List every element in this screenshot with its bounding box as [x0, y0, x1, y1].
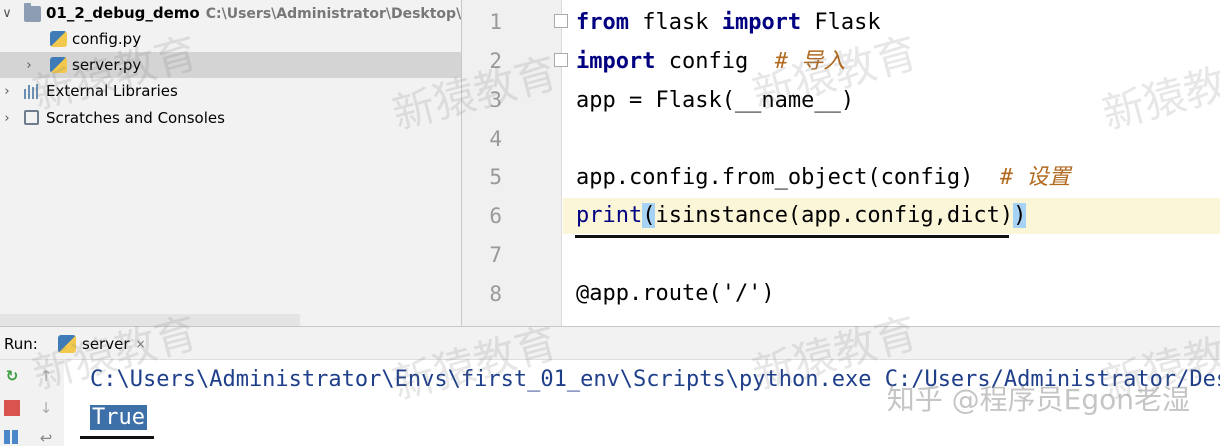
stop-icon[interactable]	[4, 400, 20, 416]
run-tool-window-header: Run: server ×	[0, 326, 1220, 360]
tree-item-server[interactable]: › server.py	[0, 52, 461, 78]
line-number: 3	[489, 88, 502, 112]
run-tab-label: server	[82, 335, 130, 353]
line-number: 1	[489, 10, 502, 34]
line-number: 2	[489, 49, 502, 73]
arrow-down-icon[interactable]: ↓	[36, 398, 56, 418]
brace-match-open: (	[642, 203, 656, 228]
fold-marker-icon[interactable]	[554, 53, 568, 67]
run-toolbar: ↻ ↑ ↓ ↩	[0, 360, 64, 446]
run-label: Run:	[4, 335, 38, 353]
project-root-label: 01_2_debug_demo C:\Users\Administrator\De…	[46, 4, 461, 22]
chevron-right-icon[interactable]: ›	[0, 84, 14, 99]
horizontal-scrollbar[interactable]	[0, 314, 300, 326]
line-number: 8	[489, 282, 502, 306]
project-root-row[interactable]: ∨ 01_2_debug_demo C:\Users\Administrator\…	[0, 0, 461, 26]
code-line-6: print(isinstance(app.config,dict))	[563, 198, 1220, 234]
scratches-label: Scratches and Consoles	[46, 109, 225, 127]
console-line-result: True	[90, 402, 147, 434]
code-line-5: app.config.from_object(config) # 设置	[576, 165, 1071, 190]
code-line-1: from flask import Flask	[576, 10, 881, 35]
line-number: 5	[489, 165, 502, 189]
line-number-gutter: 1 2 3 4 5 6 7 8	[462, 0, 568, 326]
line-number: 4	[489, 127, 502, 151]
scratches-icon	[24, 110, 39, 125]
underline-annotation	[80, 436, 154, 439]
fold-marker-icon[interactable]	[554, 14, 568, 28]
tree-item-external-libraries[interactable]: › External Libraries	[0, 78, 461, 104]
line-number: 7	[489, 243, 502, 267]
chevron-right-icon[interactable]: ›	[0, 111, 14, 126]
line-number: 6	[489, 204, 502, 228]
close-icon[interactable]: ×	[135, 337, 145, 351]
rerun-icon[interactable]: ↻	[2, 366, 22, 386]
library-icon	[24, 83, 41, 99]
chevron-right-icon[interactable]: ›	[22, 58, 36, 73]
external-libraries-label: External Libraries	[46, 82, 178, 100]
code-line-2: import config # 导入	[576, 49, 846, 74]
zhihu-watermark: 知乎 @程序员Egon老湿	[886, 383, 1190, 416]
python-file-icon	[50, 31, 67, 47]
chevron-down-icon[interactable]: ∨	[0, 6, 14, 21]
soft-wrap-icon[interactable]: ↩	[36, 428, 56, 446]
brace-match-close: )	[1013, 203, 1027, 228]
code-editor[interactable]: 1 2 3 4 5 6 7 8 from flask import Flask …	[461, 0, 1220, 326]
python-file-icon	[50, 57, 67, 73]
console-result-selected: True	[90, 405, 147, 430]
tab-server[interactable]: server ×	[52, 329, 148, 359]
project-tool-window: ∨ 01_2_debug_demo C:\Users\Administrator\…	[0, 0, 461, 326]
pause-icon[interactable]	[4, 430, 10, 444]
code-line-8: @app.route('/')	[576, 281, 775, 306]
file-label: config.py	[72, 30, 142, 48]
tree-item-config[interactable]: config.py	[0, 26, 461, 52]
project-root-path: C:\Users\Administrator\Desktop\clas	[205, 6, 461, 22]
python-run-icon	[58, 335, 76, 353]
pause-icon[interactable]	[12, 430, 18, 444]
folder-icon	[24, 3, 41, 22]
code-line-3: app = Flask(__name__)	[576, 88, 855, 113]
tree-item-scratches[interactable]: › Scratches and Consoles	[0, 105, 461, 131]
arrow-up-icon[interactable]: ↑	[36, 366, 56, 386]
underline-annotation	[575, 235, 1009, 238]
file-label: server.py	[72, 56, 142, 74]
